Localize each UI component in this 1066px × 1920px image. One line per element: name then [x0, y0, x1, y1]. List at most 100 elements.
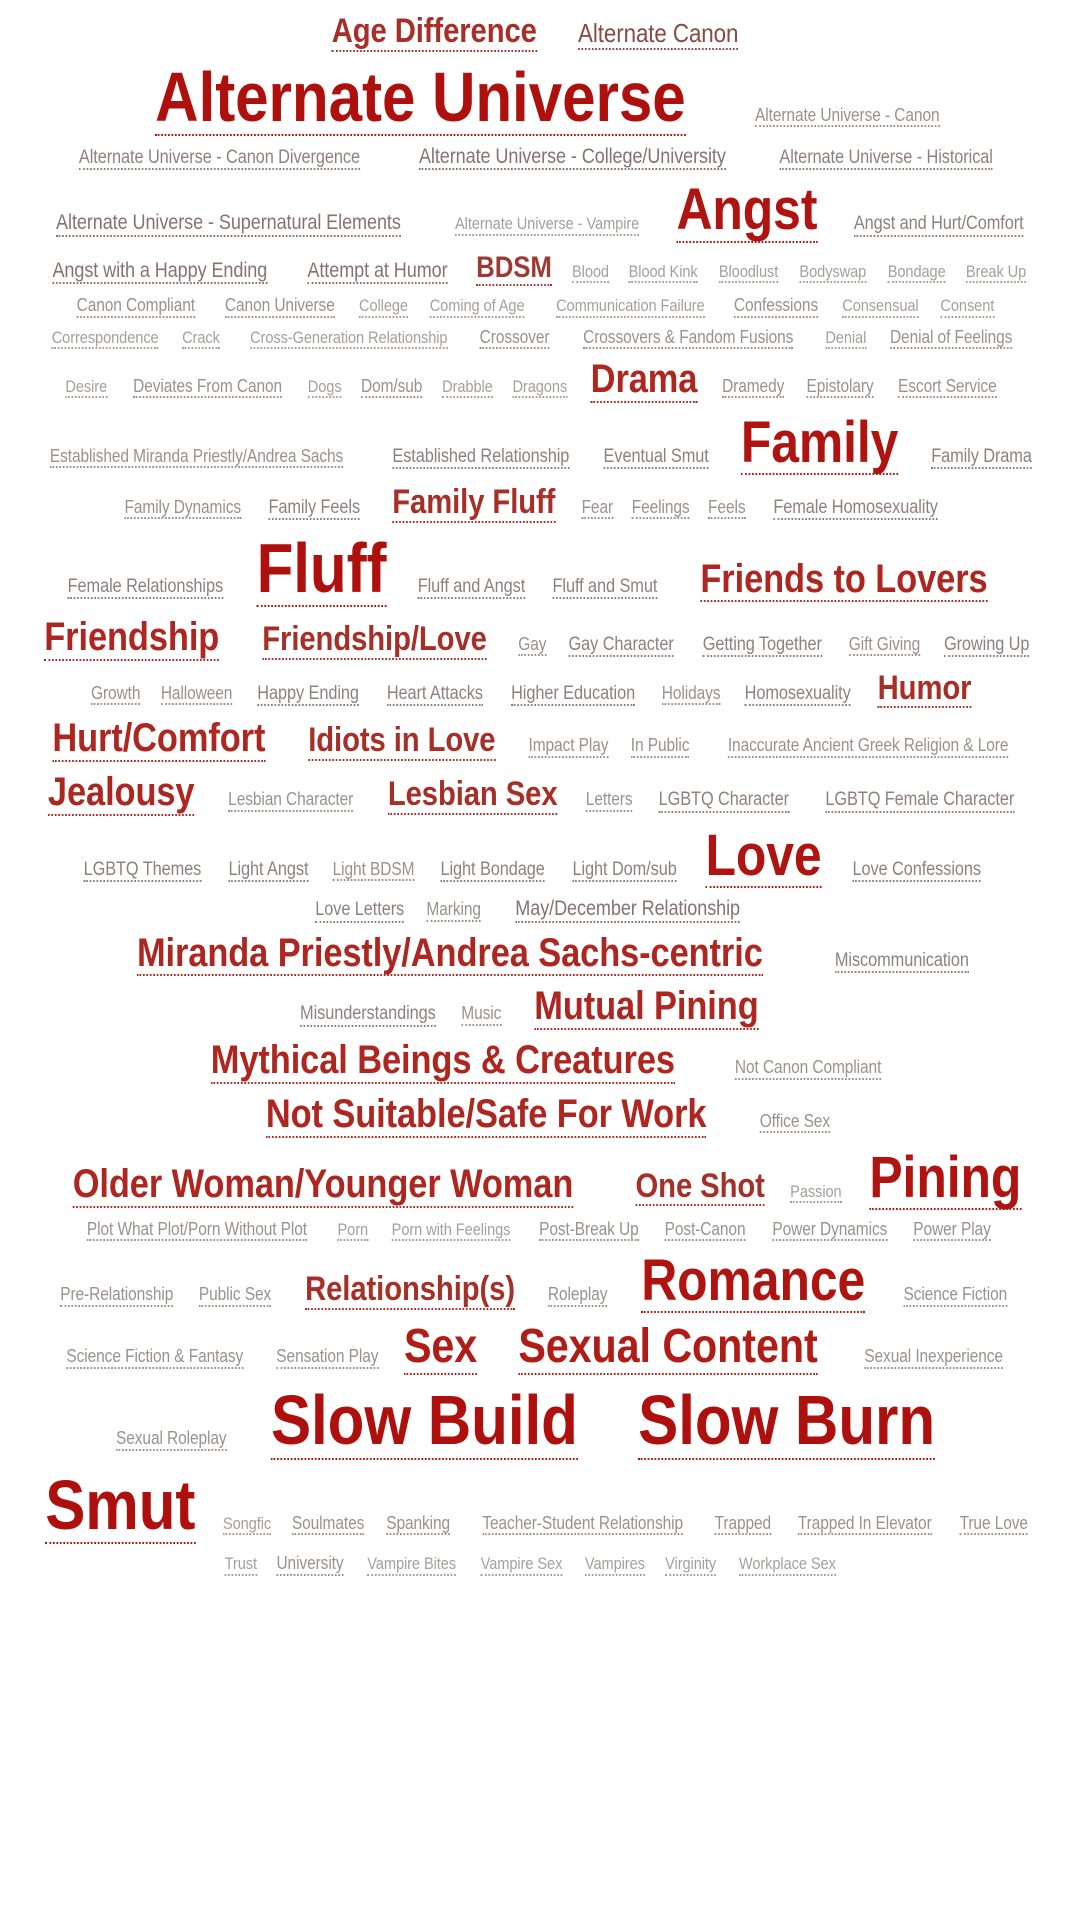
tag-item[interactable]: Happy Ending: [257, 683, 359, 707]
tag-item[interactable]: Post-Canon: [664, 1220, 745, 1242]
tag-item[interactable]: Gay Character: [568, 635, 674, 658]
tag-item[interactable]: Marking: [426, 900, 481, 922]
tag-item[interactable]: Holidays: [661, 683, 720, 706]
tag-item[interactable]: Break Up: [965, 262, 1026, 283]
tag-item[interactable]: Family Fluff: [392, 485, 555, 523]
tag-item[interactable]: Halloween: [161, 683, 233, 706]
tag-item[interactable]: Alternate Canon: [577, 20, 738, 50]
tag-item[interactable]: LGBTQ Themes: [83, 860, 201, 883]
tag-item[interactable]: Heart Attacks: [386, 683, 483, 707]
tag-item[interactable]: Passion: [790, 1182, 842, 1204]
tag-item[interactable]: Family Feels: [268, 498, 361, 521]
tag-item[interactable]: Light BDSM: [332, 860, 414, 882]
tag-item[interactable]: Impact Play: [528, 736, 609, 758]
tag-item[interactable]: Love Letters: [315, 900, 404, 923]
tag-item[interactable]: Angst and Hurt/Comfort: [854, 214, 1024, 237]
tag-item[interactable]: Sexual Content: [518, 1322, 818, 1376]
tag-item[interactable]: Angst with a Happy Ending: [52, 259, 267, 285]
tag-item[interactable]: Feelings: [631, 498, 690, 520]
tag-item[interactable]: Hurt/Comfort: [51, 718, 265, 763]
tag-item[interactable]: Slow Burn: [638, 1385, 935, 1460]
tag-item[interactable]: Communication Failure: [555, 297, 704, 318]
tag-item[interactable]: Bondage: [887, 262, 945, 283]
tag-item[interactable]: Bloodlust: [718, 262, 778, 283]
tag-item[interactable]: Letters: [586, 790, 633, 812]
tag-item[interactable]: Attempt at Humor: [307, 259, 447, 285]
tag-item[interactable]: Virginity: [664, 1555, 716, 1576]
tag-item[interactable]: Getting Together: [703, 635, 822, 658]
tag-item[interactable]: Denial: [825, 328, 866, 349]
tag-item[interactable]: Fluff and Smut: [552, 576, 658, 599]
tag-item[interactable]: Mythical Beings & Creatures: [210, 1040, 675, 1084]
tag-item[interactable]: Light Angst: [228, 860, 308, 883]
tag-item[interactable]: Feels: [708, 498, 746, 520]
tag-item[interactable]: Drabble: [442, 378, 493, 399]
tag-item[interactable]: Idiots in Love: [308, 723, 496, 762]
tag-item[interactable]: College: [358, 297, 408, 318]
tag-item[interactable]: Not Suitable/Safe For Work: [266, 1094, 707, 1138]
tag-item[interactable]: LGBTQ Character: [658, 790, 789, 813]
tag-item[interactable]: Alternate Universe - Vampire: [455, 215, 639, 236]
tag-item[interactable]: Growing Up: [943, 635, 1029, 658]
tag-item[interactable]: Lesbian Character: [227, 790, 353, 812]
tag-item[interactable]: Sex: [403, 1322, 477, 1376]
tag-item[interactable]: Dramedy: [722, 377, 785, 399]
tag-item[interactable]: Bodyswap: [799, 262, 866, 283]
tag-item[interactable]: Dom/sub: [360, 377, 422, 399]
tag-item[interactable]: Consent: [940, 297, 994, 318]
tag-item[interactable]: Sexual Roleplay: [115, 1429, 226, 1451]
tag-item[interactable]: Higher Education: [511, 683, 635, 707]
tag-item[interactable]: Pining: [869, 1148, 1022, 1210]
tag-item[interactable]: Sexual Inexperience: [864, 1347, 1003, 1369]
tag-item[interactable]: Fluff: [257, 532, 387, 607]
tag-item[interactable]: Dragons: [512, 378, 567, 399]
tag-item[interactable]: Light Bondage: [440, 860, 545, 883]
tag-item[interactable]: Romance: [641, 1251, 866, 1314]
tag-item[interactable]: Growth: [90, 683, 140, 706]
tag-item[interactable]: Alternate Universe - College/University: [418, 146, 726, 171]
tag-item[interactable]: Inaccurate Ancient Greek Religion & Lore: [727, 736, 1009, 758]
tag-item[interactable]: Sensation Play: [276, 1347, 379, 1369]
tag-item[interactable]: Female Relationships: [67, 576, 223, 599]
tag-item[interactable]: Roleplay: [548, 1285, 608, 1307]
tag-item[interactable]: Crossover: [479, 327, 550, 349]
tag-item[interactable]: BDSM: [475, 252, 552, 287]
tag-item[interactable]: Light Dom/sub: [572, 860, 677, 883]
tag-item[interactable]: Homosexuality: [744, 683, 851, 707]
tag-item[interactable]: Family: [741, 413, 899, 475]
tag-item[interactable]: Alternate Universe - Canon: [754, 105, 939, 128]
tag-item[interactable]: Alternate Universe - Supernatural Elemen…: [56, 212, 401, 237]
tag-item[interactable]: Coming of Age: [430, 297, 525, 318]
tag-item[interactable]: LGBTQ Female Character: [825, 790, 1015, 813]
tag-item[interactable]: Crack: [181, 328, 220, 349]
tag-item[interactable]: Epistolary: [806, 377, 873, 399]
tag-item[interactable]: Family Dynamics: [124, 498, 241, 520]
tag-item[interactable]: Friends to Lovers: [700, 558, 988, 603]
tag-item[interactable]: Power Play: [913, 1220, 991, 1242]
tag-item[interactable]: Mutual Pining: [533, 986, 758, 1031]
tag-item[interactable]: Blood Kink: [628, 262, 697, 283]
tag-item[interactable]: Porn with Feelings: [391, 1221, 510, 1242]
tag-item[interactable]: Trapped: [714, 1513, 772, 1536]
tag-item[interactable]: Deviates From Canon: [133, 377, 282, 399]
tag-item[interactable]: Cross-Generation Relationship: [249, 328, 447, 349]
tag-item[interactable]: Escort Service: [897, 377, 996, 399]
tag-item[interactable]: University: [276, 1554, 343, 1576]
tag-item[interactable]: Older Woman/Younger Woman: [72, 1163, 573, 1208]
tag-item[interactable]: Trapped In Elevator: [797, 1513, 932, 1536]
tag-item[interactable]: Age Difference: [331, 14, 537, 52]
tag-item[interactable]: Soulmates: [291, 1513, 364, 1536]
tag-item[interactable]: Science Fiction & Fantasy: [66, 1347, 243, 1369]
tag-item[interactable]: Dogs: [308, 378, 342, 399]
tag-item[interactable]: Confessions: [734, 296, 819, 318]
tag-item[interactable]: Music: [461, 1004, 502, 1026]
tag-item[interactable]: Pre-Relationship: [59, 1285, 173, 1307]
tag-item[interactable]: Alternate Universe: [155, 61, 686, 137]
tag-item[interactable]: Post-Break Up: [539, 1220, 639, 1242]
tag-item[interactable]: Canon Universe: [224, 296, 335, 318]
tag-item[interactable]: Misunderstandings: [300, 1004, 436, 1027]
tag-item[interactable]: Relationship(s): [305, 1272, 515, 1310]
tag-item[interactable]: Love Confessions: [852, 860, 981, 883]
tag-item[interactable]: Science Fiction: [903, 1285, 1007, 1307]
tag-item[interactable]: Power Dynamics: [772, 1220, 887, 1242]
